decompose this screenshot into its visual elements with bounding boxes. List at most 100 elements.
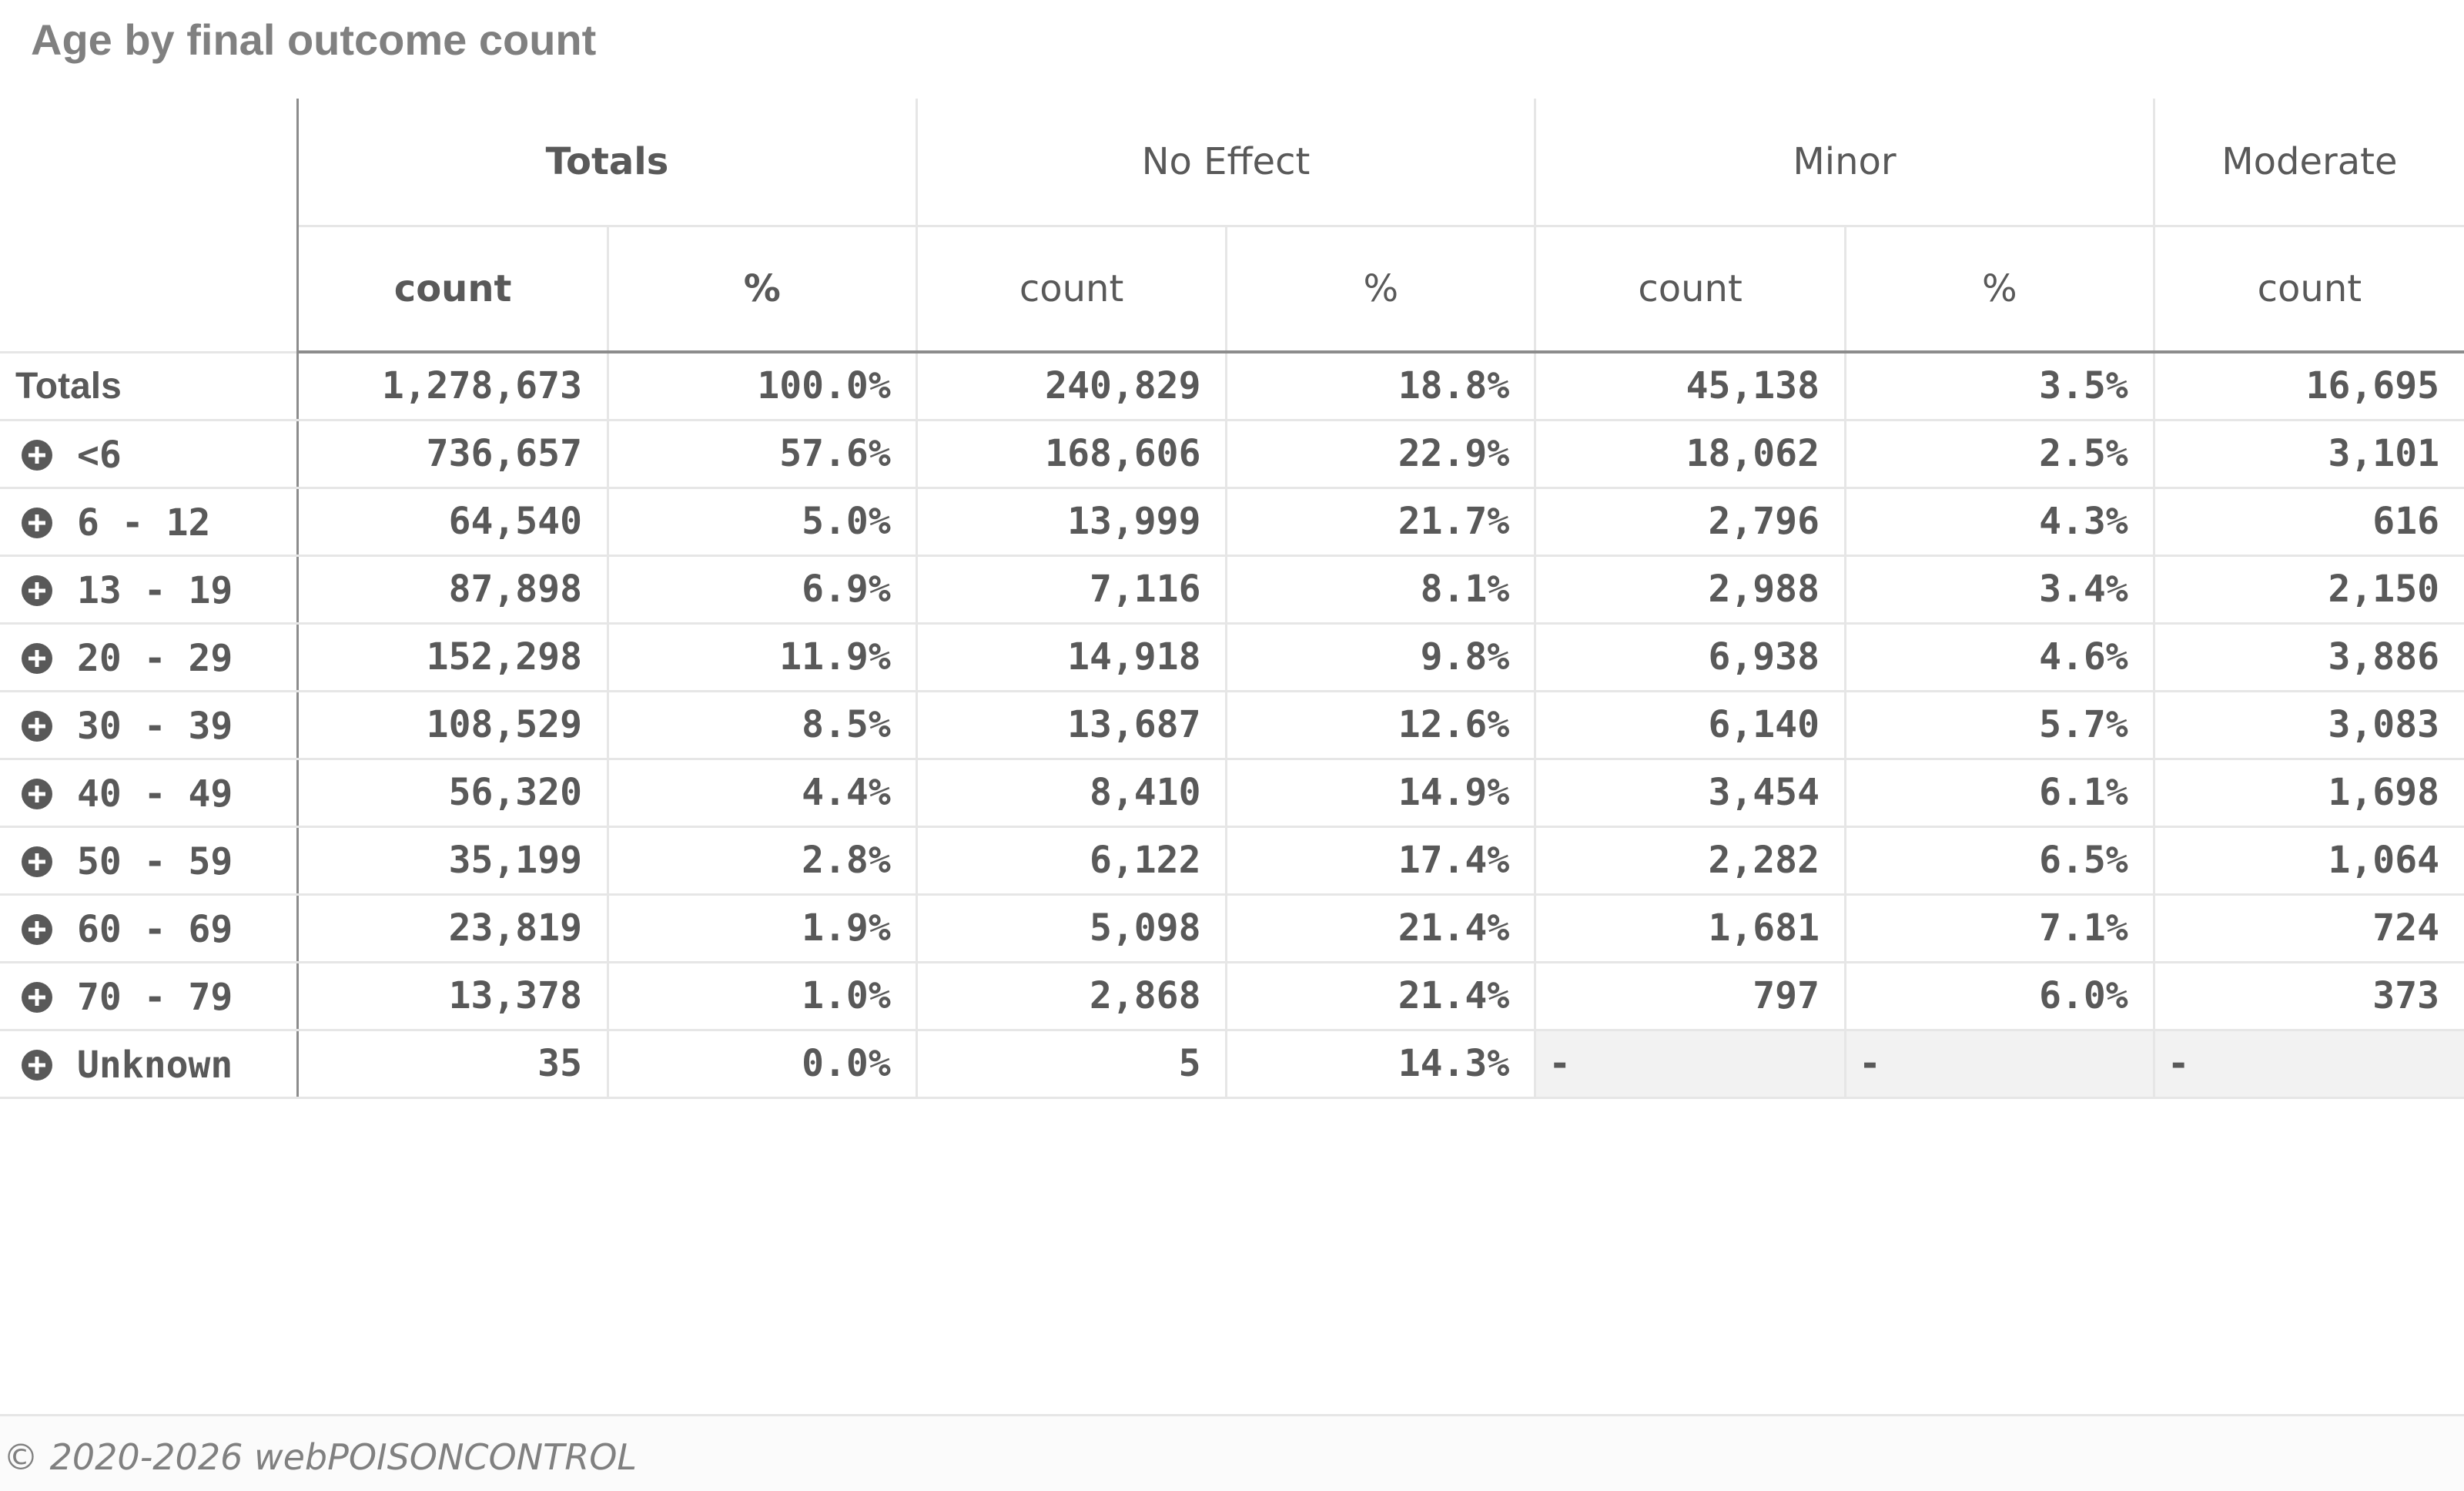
row-label: Totals [0, 352, 300, 421]
measure-header-totals-count[interactable]: count [297, 226, 608, 353]
measure-header-minor-count[interactable]: count [1534, 226, 1846, 353]
plus-circle-icon[interactable] [22, 575, 52, 606]
cell-value: 2,150 [2152, 555, 2464, 625]
row-header: 50 - 59 [0, 826, 300, 896]
table-row: <6 736,657 57.6% 168,606 22.9% 18,062 2.… [0, 420, 2464, 489]
row-label: 60 - 69 [77, 907, 233, 951]
cell-value: 7,116 [915, 555, 1227, 625]
table-row: 6 - 12 64,540 5.0% 13,999 21.7% 2,796 4.… [0, 488, 2464, 557]
cell-value: 57.6% [606, 420, 917, 489]
table-row: 60 - 69 23,819 1.9% 5,098 21.4% 1,681 7.… [0, 894, 2464, 963]
cell-value: 87,898 [297, 555, 608, 625]
plus-circle-icon[interactable] [22, 507, 52, 538]
cell-value: 240,829 [915, 352, 1227, 421]
cell-value: 2,988 [1534, 555, 1846, 625]
footer-bar: © 2020-2026 webPOISONCONTROL [0, 1414, 2464, 1491]
pivot-table-panel: Age by final outcome count Totals No Eff… [0, 0, 2464, 1491]
cell-value: 1,681 [1534, 894, 1846, 963]
header-row-measures: count % count % count % count [0, 226, 2464, 353]
cell-value: 108,529 [297, 691, 608, 760]
row-header: 6 - 12 [0, 488, 300, 557]
cell-value: 22.9% [1225, 420, 1535, 489]
cell-value: 0.0% [606, 1030, 917, 1099]
cell-value: 13,378 [297, 962, 608, 1031]
group-header-no-effect[interactable]: No Effect [915, 99, 1535, 227]
row-header: 13 - 19 [0, 555, 300, 625]
plus-circle-icon[interactable] [22, 846, 52, 877]
cell-value: 17.4% [1225, 826, 1535, 896]
cell-value: 13,999 [915, 488, 1227, 557]
plus-circle-icon[interactable] [22, 710, 52, 742]
cell-value: 3.5% [1843, 352, 2154, 421]
cell-value: 56,320 [297, 759, 608, 828]
plus-circle-icon[interactable] [22, 913, 52, 945]
row-header: 30 - 39 [0, 691, 300, 760]
cell-value: 2,796 [1534, 488, 1846, 557]
row-label: 50 - 59 [77, 839, 233, 883]
measure-header-moderate-count[interactable]: count [2152, 226, 2464, 353]
plus-circle-icon[interactable] [22, 642, 52, 674]
cell-value: 616 [2152, 488, 2464, 557]
measure-header-no-effect-percent[interactable]: % [1225, 226, 1535, 353]
row-label: 40 - 49 [77, 772, 233, 816]
header-row-groups: Totals No Effect Minor Moderate [0, 99, 2464, 353]
plus-circle-icon[interactable] [22, 1049, 52, 1081]
cell-value: 13,687 [915, 691, 1227, 760]
row-label: 20 - 29 [77, 636, 233, 680]
panel-title: Age by final outcome count [31, 15, 597, 64]
table-row: 70 - 79 13,378 1.0% 2,868 21.4% 797 6.0%… [0, 962, 2464, 1031]
cell-value: 14,918 [915, 623, 1227, 692]
cell-value: 1,698 [2152, 759, 2464, 828]
cell-value: 35 [297, 1030, 608, 1099]
copyright-text: © 2020-2026 webPOISONCONTROL [3, 1436, 638, 1478]
cell-value: 4.6% [1843, 623, 2154, 692]
cell-value: 23,819 [297, 894, 608, 963]
cell-value: 168,606 [915, 420, 1227, 489]
cell-value-empty: - [1534, 1030, 1846, 1099]
plus-circle-icon[interactable] [22, 981, 52, 1013]
cell-value: 3,886 [2152, 623, 2464, 692]
cell-value: 2.8% [606, 826, 917, 896]
cell-value: 4.4% [606, 759, 917, 828]
cell-value: 21.4% [1225, 894, 1535, 963]
cell-value: 8.1% [1225, 555, 1535, 625]
cell-value: 6.9% [606, 555, 917, 625]
cell-value: 1.9% [606, 894, 917, 963]
measure-header-minor-percent[interactable]: % [1843, 226, 2154, 353]
cell-value: 45,138 [1534, 352, 1846, 421]
measure-header-totals-percent[interactable]: % [606, 226, 917, 353]
table-row-totals: Totals 1,278,673 100.0% 240,829 18.8% 45… [0, 352, 2464, 421]
cell-value: 35,199 [297, 826, 608, 896]
row-header: Unknown [0, 1030, 300, 1099]
cell-value: 2.5% [1843, 420, 2154, 489]
cell-value: 373 [2152, 962, 2464, 1031]
cell-value: 8,410 [915, 759, 1227, 828]
group-header-moderate[interactable]: Moderate [2152, 99, 2464, 227]
corner-cell [0, 99, 300, 353]
cell-value: 1,278,673 [297, 352, 608, 421]
measure-header-no-effect-count[interactable]: count [915, 226, 1227, 353]
cell-value: 8.5% [606, 691, 917, 760]
cell-value: 7.1% [1843, 894, 2154, 963]
plus-circle-icon[interactable] [22, 439, 52, 471]
cell-value: 11.9% [606, 623, 917, 692]
cell-value: 14.3% [1225, 1030, 1535, 1099]
cell-value: 152,298 [297, 623, 608, 692]
cell-value-empty: - [1843, 1030, 2154, 1099]
cell-value: 16,695 [2152, 352, 2464, 421]
row-header: 20 - 29 [0, 623, 300, 692]
cell-value: 4.3% [1843, 488, 2154, 557]
plus-circle-icon[interactable] [22, 778, 52, 809]
group-header-minor[interactable]: Minor [1534, 99, 2154, 227]
cell-value: 100.0% [606, 352, 917, 421]
table-row: 20 - 29 152,298 11.9% 14,918 9.8% 6,938 … [0, 623, 2464, 692]
cell-value: 5.0% [606, 488, 917, 557]
cell-value: 18.8% [1225, 352, 1535, 421]
row-header: 40 - 49 [0, 759, 300, 828]
cell-value: 9.8% [1225, 623, 1535, 692]
cell-value: 2,868 [915, 962, 1227, 1031]
cell-value: 736,657 [297, 420, 608, 489]
cell-value: 1,064 [2152, 826, 2464, 896]
cell-value: 1.0% [606, 962, 917, 1031]
group-header-totals[interactable]: Totals [296, 99, 917, 227]
